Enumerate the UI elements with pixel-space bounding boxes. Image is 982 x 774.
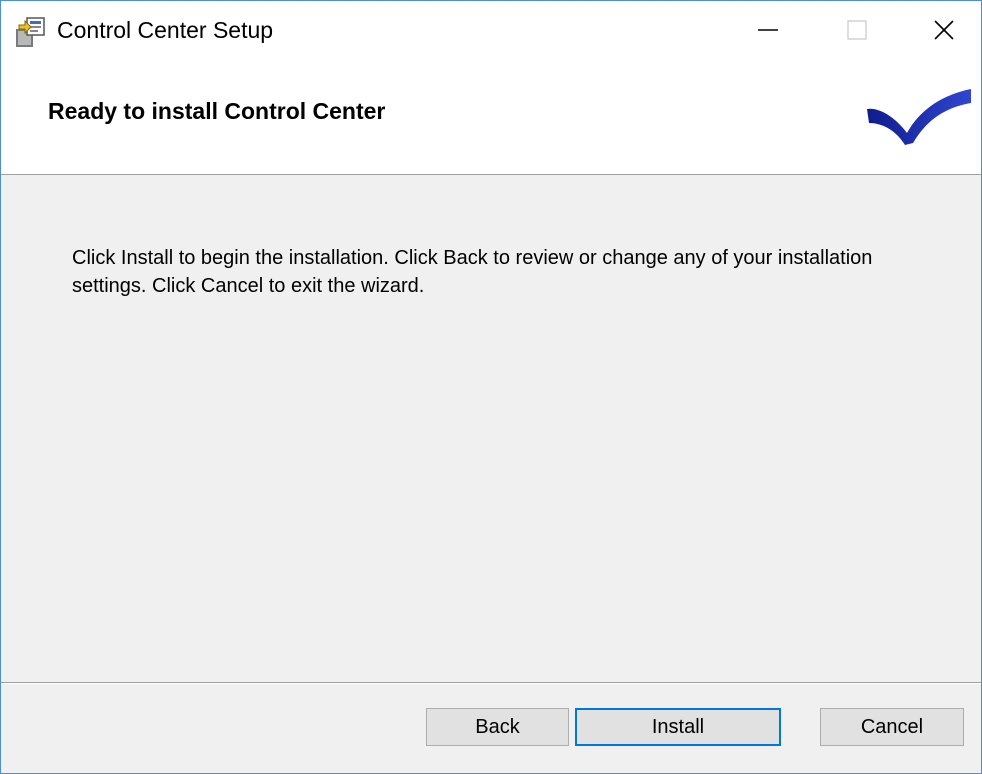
cancel-button[interactable]: Cancel xyxy=(820,708,964,746)
back-button[interactable]: Back xyxy=(426,708,569,746)
footer-divider xyxy=(1,682,981,684)
checkmark-logo-icon xyxy=(861,83,973,149)
minimize-button[interactable] xyxy=(728,1,808,63)
window-title: Control Center Setup xyxy=(57,17,274,43)
minimize-icon xyxy=(757,19,779,46)
title-bar[interactable]: Control Center Setup xyxy=(1,1,981,65)
maximize-icon xyxy=(846,19,868,46)
close-icon xyxy=(933,19,955,46)
setup-window: Control Center Setup Ready to install Co… xyxy=(0,0,982,774)
install-button[interactable]: Install xyxy=(575,708,781,746)
installer-package-icon xyxy=(13,15,47,49)
page-title: Ready to install Control Center xyxy=(48,98,386,124)
close-button[interactable] xyxy=(907,1,981,63)
maximize-button xyxy=(817,1,897,63)
wizard-header: Ready to install Control Center xyxy=(1,65,981,175)
instruction-text: Click Install to begin the installation.… xyxy=(72,247,873,297)
